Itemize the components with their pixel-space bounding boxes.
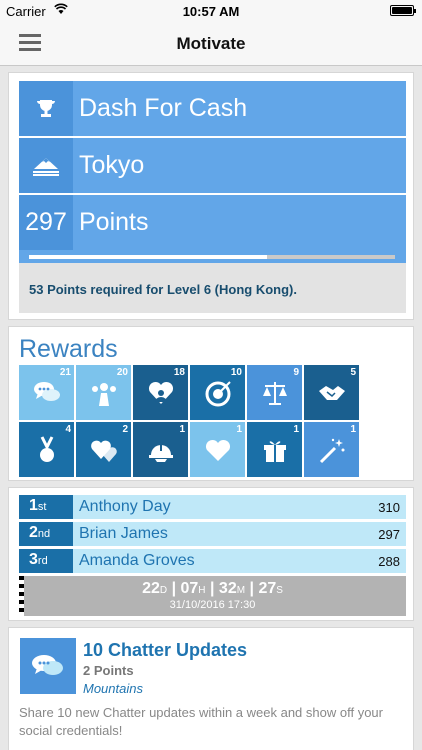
countdown-end-date: 31/10/2016 17:30 [169, 599, 256, 611]
challenge-location: Mountains [83, 681, 143, 696]
level-requirement-text: 53 Points required for Level 6 (Hong Kon… [19, 263, 406, 313]
seconds-unit: S [276, 585, 283, 596]
magic-wand-icon [317, 435, 347, 465]
chat-bubbles-icon [32, 378, 62, 408]
challenge-row[interactable]: Dash For Cash [19, 81, 406, 136]
reward-tile[interactable]: 1 [133, 422, 188, 477]
leader-score: 288 [378, 554, 400, 569]
countdown-days: 22 [142, 580, 160, 597]
rank-number: 2 [29, 524, 38, 541]
reward-tile[interactable]: 4 [19, 422, 74, 477]
reward-count: 10 [230, 367, 242, 378]
points-row: 297 Points [19, 195, 406, 250]
team-icon [89, 378, 119, 408]
rank-number: 1 [29, 497, 38, 514]
reward-count: 4 [65, 424, 71, 435]
minutes-unit: M [236, 585, 246, 596]
countdown-timer: 22D | 07H | 32M | 27S 31/10/2016 17:30 [19, 576, 406, 616]
medal-icon [32, 435, 62, 465]
challenge-description: Share 10 new Chatter updates within a we… [19, 705, 383, 738]
points-value: 297 [19, 195, 73, 250]
level-progress-fill [29, 255, 267, 259]
points-label: Points [79, 208, 149, 236]
reward-tile[interactable]: 9 [247, 365, 302, 420]
rank-suffix: rd [37, 555, 48, 567]
leaderboard-card: 1st Anthony Day 310 2nd Brian James 297 … [8, 487, 414, 621]
challenge-points: 2 Points [83, 663, 134, 678]
leaderboard-row[interactable]: 1st Anthony Day 310 [19, 495, 406, 519]
reward-tile[interactable]: 2 [76, 422, 131, 477]
reward-tile[interactable]: 5 [304, 365, 359, 420]
reward-count: 9 [293, 367, 299, 378]
leaderboard-row[interactable]: 3rd Amanda Groves 288 [19, 549, 406, 573]
reward-count: 5 [350, 367, 356, 378]
page-title: Motivate [176, 34, 246, 53]
hearts-icon [89, 435, 119, 465]
rewards-title: Rewards [19, 335, 118, 363]
heart-person-icon [146, 378, 176, 408]
reward-tile[interactable]: 21 [19, 365, 74, 420]
rewards-grid: 21 20 18 10 9 5 4 2 1 1 1 1 [19, 365, 362, 477]
reward-tile[interactable]: 20 [76, 365, 131, 420]
trophy-icon [19, 81, 73, 136]
heart-stack-icon [203, 435, 233, 465]
reward-count: 1 [236, 424, 242, 435]
reward-count: 21 [59, 367, 71, 378]
reward-count: 1 [350, 424, 356, 435]
challenge-name: Dash For Cash [79, 94, 248, 122]
location-name: Tokyo [79, 151, 145, 179]
battery-icon [390, 5, 416, 16]
reward-tile[interactable]: 18 [133, 365, 188, 420]
challenge-card[interactable]: 10 Chatter Updates 2 Points Mountains Sh… [8, 627, 414, 750]
clock: 10:57 AM [182, 4, 240, 19]
leader-name: Amanda Groves [79, 552, 195, 569]
gift-icon [260, 435, 290, 465]
leaderboard-row[interactable]: 2nd Brian James 297 [19, 522, 406, 546]
rewards-card: Rewards 21 20 18 10 9 5 4 2 1 1 1 1 [8, 326, 414, 481]
leader-name: Brian James [79, 525, 168, 542]
chat-bubbles-icon [20, 638, 76, 694]
reward-tile[interactable]: 1 [190, 422, 245, 477]
hours-unit: H [198, 585, 206, 596]
scales-icon [260, 378, 290, 408]
leader-score: 297 [378, 527, 400, 542]
leader-name: Anthony Day [79, 498, 171, 515]
days-unit: D [159, 585, 168, 596]
leader-score: 310 [378, 500, 400, 515]
nav-bar: Motivate [0, 22, 422, 66]
countdown-minutes: 32 [218, 580, 237, 597]
rank-suffix: nd [37, 528, 51, 540]
level-progress-bar [19, 250, 406, 263]
target-icon [203, 378, 233, 408]
motivation-card: Dash For Cash Tokyo 297 Points 53 Points… [8, 72, 414, 320]
mountain-icon [19, 138, 73, 193]
hardhat-icon [146, 435, 176, 465]
reward-count: 1 [179, 424, 185, 435]
location-row[interactable]: Tokyo [19, 138, 406, 193]
status-bar: Carrier 10:57 AM [0, 0, 422, 22]
challenge-title: 10 Chatter Updates [83, 640, 248, 660]
handshake-icon [317, 378, 347, 408]
reward-count: 18 [173, 367, 185, 378]
rank-number: 3 [29, 551, 38, 568]
reward-tile[interactable]: 1 [247, 422, 302, 477]
reward-tile[interactable]: 1 [304, 422, 359, 477]
reward-count: 1 [293, 424, 299, 435]
reward-count: 20 [116, 367, 128, 378]
countdown-hours: 07 [180, 580, 199, 597]
countdown-seconds: 27 [258, 580, 277, 597]
rank-suffix: st [37, 501, 47, 513]
reward-tile[interactable]: 10 [190, 365, 245, 420]
reward-count: 2 [122, 424, 128, 435]
